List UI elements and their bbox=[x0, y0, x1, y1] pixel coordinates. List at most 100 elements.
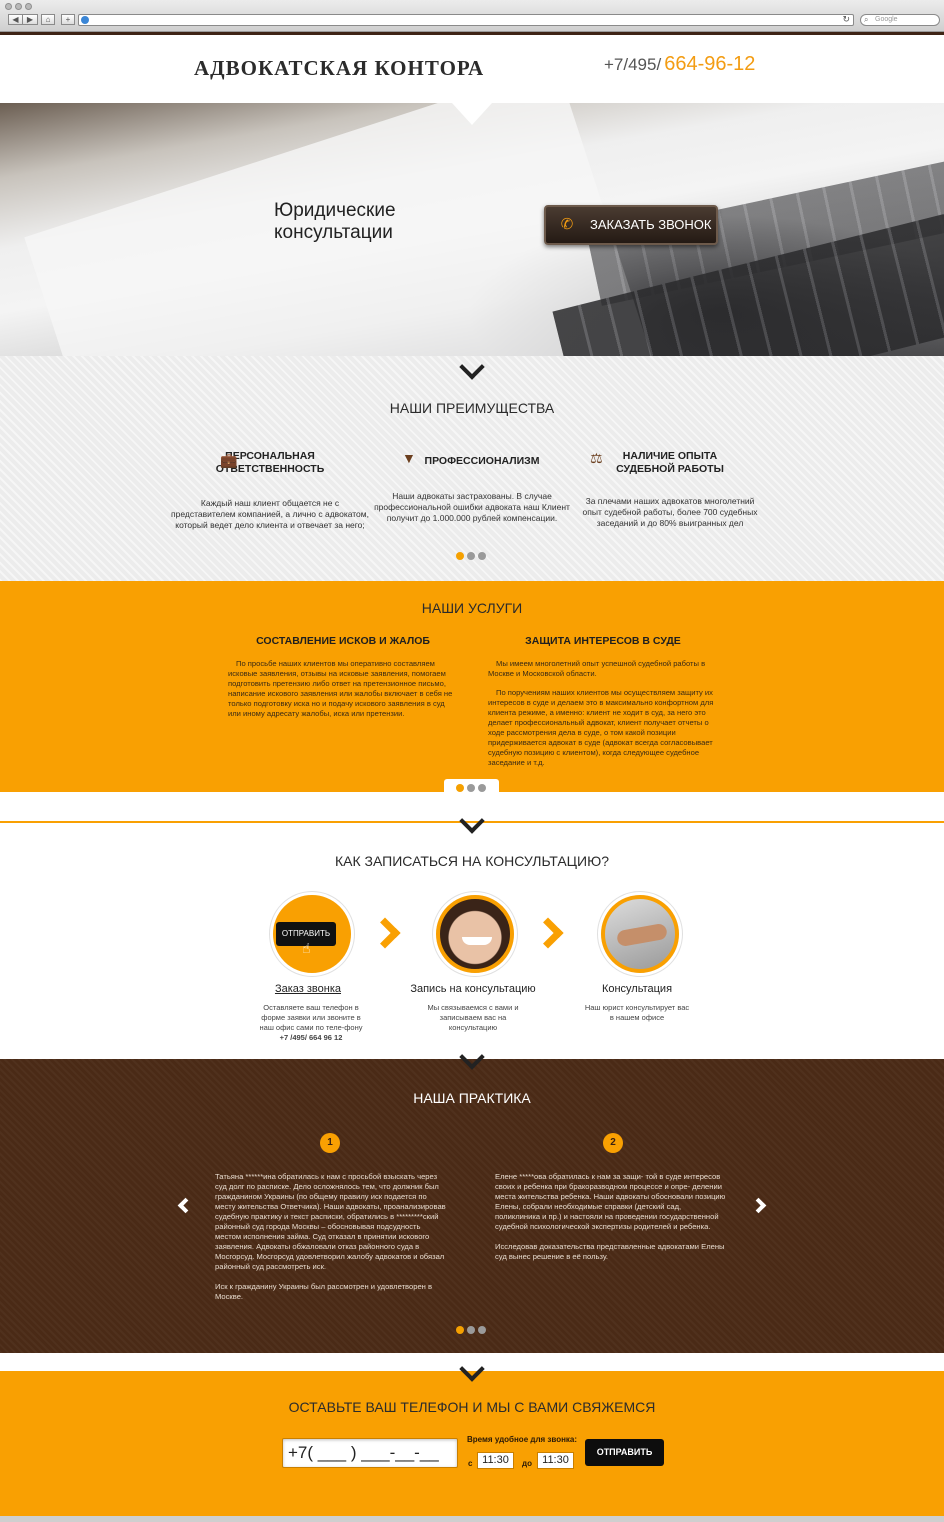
pager-dot[interactable] bbox=[456, 1326, 464, 1334]
case-paragraph: Исследовав доказательства представленные… bbox=[495, 1242, 725, 1261]
zoom-window-icon[interactable] bbox=[25, 3, 32, 10]
forward-button[interactable]: ▶ bbox=[23, 14, 38, 25]
phone-icon: ✆ bbox=[560, 216, 574, 233]
add-bookmark-button[interactable]: + bbox=[61, 14, 75, 25]
case-paragraph: Иск к гражданину Украины был рассмотрен … bbox=[215, 1282, 432, 1301]
nav-buttons: ◀ ▶ bbox=[8, 14, 38, 25]
practice-title: НАША ПРАКТИКА bbox=[413, 1090, 531, 1106]
step-title-appointment: Запись на консультацию bbox=[410, 983, 536, 995]
step-text: Оставляете ваш телефон в форме заявки ил… bbox=[256, 1003, 366, 1043]
time-to-label: до bbox=[522, 1459, 532, 1468]
pager-dot[interactable] bbox=[478, 784, 486, 792]
smile-shape bbox=[462, 937, 492, 945]
order-call-label: ЗАКАЗАТЬ ЗВОНОК bbox=[590, 217, 712, 232]
pager-dot[interactable] bbox=[467, 784, 475, 792]
close-window-icon[interactable] bbox=[5, 3, 12, 10]
hero-title-line1: Юридические bbox=[274, 200, 396, 221]
advantage-heading-line1: ПЕРСОНАЛЬНАЯ bbox=[225, 450, 315, 462]
time-from-label: с bbox=[468, 1459, 473, 1468]
browser-chrome: ◀ ▶ ⌂ + ↻ ⌕ Google bbox=[0, 0, 944, 32]
advantage-heading-line2: ОТВЕТСТВЕННОСТЬ bbox=[215, 463, 325, 475]
case-paragraph: Татьяна ******ина обратилась к нам с про… bbox=[215, 1172, 446, 1271]
case-number: 1 bbox=[320, 1133, 340, 1153]
window-controls bbox=[5, 3, 32, 10]
advantages-title: НАШИ ПРЕИМУЩЕСТВА bbox=[389, 400, 555, 416]
service-paragraph: Мы имеем многолетний опыт успешной судеб… bbox=[488, 659, 706, 678]
address-bar[interactable]: ↻ bbox=[78, 14, 854, 26]
pager-dot[interactable] bbox=[478, 1326, 486, 1334]
advantage-item: ▼ ПРОФЕССИОНАЛИЗМ Наши адвокаты застрахо… bbox=[372, 450, 572, 524]
handshake-shape bbox=[615, 922, 669, 948]
briefcase-icon: 💼 bbox=[220, 452, 238, 468]
service-text: Мы имеем многолетний опыт успешной судеб… bbox=[488, 659, 718, 768]
advantages-pager bbox=[456, 552, 486, 560]
header-notch bbox=[452, 103, 492, 125]
search-field[interactable]: ⌕ Google bbox=[860, 14, 940, 26]
pager-dot[interactable] bbox=[456, 784, 464, 792]
phone-input[interactable]: +7( ___ ) ___-__-__ bbox=[282, 1438, 458, 1468]
step-title-consultation: Консультация bbox=[601, 983, 673, 995]
contact-title: ОСТАВЬТЕ ВАШ ТЕЛЕФОН И МЫ С ВАМИ СВЯЖЕМС… bbox=[288, 1399, 656, 1415]
advantage-text: Наши адвокаты застрахованы. В случае про… bbox=[374, 491, 570, 523]
step-text: Наш юрист консультирует вас в нашем офис… bbox=[584, 1003, 690, 1022]
advantage-text: Каждый наш клиент общается не с представ… bbox=[171, 498, 369, 530]
advantage-heading-line1: НАЛИЧИЕ ОПЫТА bbox=[622, 450, 718, 462]
case-text: Татьяна ******ина обратилась к нам с про… bbox=[215, 1172, 447, 1312]
minimize-window-icon[interactable] bbox=[15, 3, 22, 10]
advantage-heading: ▼ ПРОФЕССИОНАЛИЗМ bbox=[372, 450, 572, 468]
tie-icon: ▼ bbox=[402, 450, 416, 466]
handshake-photo-circle bbox=[601, 895, 679, 973]
phone-number: 664-96-12 bbox=[664, 53, 756, 75]
case-paragraph: Елене *****ова обратилась к нам за защи-… bbox=[495, 1172, 726, 1231]
practice-pager bbox=[456, 1326, 486, 1334]
pager-dot[interactable] bbox=[456, 552, 464, 560]
advantage-item: 💼 ПЕРСОНАЛЬНАЯ ОТВЕТСТВЕННОСТЬ Каждый на… bbox=[170, 450, 370, 531]
services-pager bbox=[456, 784, 486, 792]
pager-dot[interactable] bbox=[478, 552, 486, 560]
search-placeholder: Google bbox=[875, 16, 898, 23]
service-column: СОСТАВЛЕНИЕ ИСКОВ И ЖАЛОБ По просьбе наш… bbox=[228, 635, 458, 728]
hero-title-line2: консультации bbox=[274, 222, 393, 243]
back-button[interactable]: ◀ bbox=[8, 14, 23, 25]
pager-dot[interactable] bbox=[467, 1326, 475, 1334]
step-phone: +7 /495/ 664 96 12 bbox=[279, 1033, 343, 1042]
advantage-item: ⚖ НАЛИЧИЕ ОПЫТА СУДЕБНОЙ РАБОТЫ За плеча… bbox=[560, 450, 760, 529]
reload-icon[interactable]: ↻ bbox=[842, 14, 850, 25]
submit-button[interactable]: ОТПРАВИТЬ bbox=[585, 1439, 664, 1466]
order-call-button[interactable]: ✆ ЗАКАЗАТЬ ЗВОНОК bbox=[544, 205, 718, 245]
pager-dot[interactable] bbox=[467, 552, 475, 560]
header-phone: +7/495/664-96-12 bbox=[604, 53, 755, 76]
service-paragraph: По просьбе наших клиентов мы оперативно … bbox=[228, 659, 453, 718]
hero-banner bbox=[0, 103, 944, 356]
advantage-heading: ⚖ НАЛИЧИЕ ОПЫТА СУДЕБНОЙ РАБОТЫ bbox=[560, 450, 760, 476]
service-heading: ЗАЩИТА ИНТЕРЕСОВ В СУДЕ bbox=[525, 635, 681, 647]
time-to-input[interactable]: 11:30 bbox=[537, 1452, 574, 1469]
case-text: Елене *****ова обратилась к нам за защи-… bbox=[495, 1172, 727, 1272]
bottom-edge bbox=[0, 1516, 944, 1522]
phone-prefix: +7/495/ bbox=[604, 55, 662, 74]
home-button[interactable]: ⌂ bbox=[41, 14, 55, 25]
case-number: 2 bbox=[603, 1133, 623, 1153]
service-text: По просьбе наших клиентов мы оперативно … bbox=[228, 659, 458, 719]
advantage-heading: 💼 ПЕРСОНАЛЬНАЯ ОТВЕТСТВЕННОСТЬ bbox=[170, 450, 370, 476]
time-from-input[interactable]: 11:30 bbox=[477, 1452, 514, 1469]
search-icon: ⌕ bbox=[864, 15, 869, 24]
woman-photo-circle bbox=[436, 895, 514, 973]
steps-title: КАК ЗАПИСАТЬСЯ НА КОНСУЛЬТАЦИЮ? bbox=[334, 853, 610, 869]
step-text: Мы связываемся с вами и записываем вас н… bbox=[427, 1003, 519, 1032]
services-title: НАШИ УСЛУГИ bbox=[421, 600, 523, 616]
gavel-icon: ⚖ bbox=[590, 450, 603, 466]
advantage-heading-line1: ПРОФЕССИОНАЛИЗМ bbox=[424, 455, 540, 467]
globe-icon bbox=[81, 16, 89, 24]
service-paragraph: По поручениям наших клиентов мы осуществ… bbox=[488, 688, 714, 767]
time-label: Время удобное для звонка: bbox=[467, 1435, 578, 1444]
service-heading: СОСТАВЛЕНИЕ ИСКОВ И ЖАЛОБ bbox=[256, 635, 430, 647]
step-text-body: Оставляете ваш телефон в форме заявки ил… bbox=[259, 1003, 363, 1032]
service-column: ЗАЩИТА ИНТЕРЕСОВ В СУДЕ Мы имеем многоле… bbox=[488, 635, 718, 777]
advantage-heading-line2: СУДЕБНОЙ РАБОТЫ bbox=[616, 463, 724, 475]
cursor-hand-icon: ☝ bbox=[302, 940, 311, 956]
hero-title: Юридические консультации bbox=[274, 200, 396, 244]
advantage-text: За плечами наших адвокатов многолетний о… bbox=[582, 496, 758, 528]
step-title-order-call[interactable]: Заказ звонка bbox=[228, 983, 388, 995]
site-logo[interactable]: АДВОКАТСКАЯ КОНТОРА bbox=[194, 56, 484, 81]
